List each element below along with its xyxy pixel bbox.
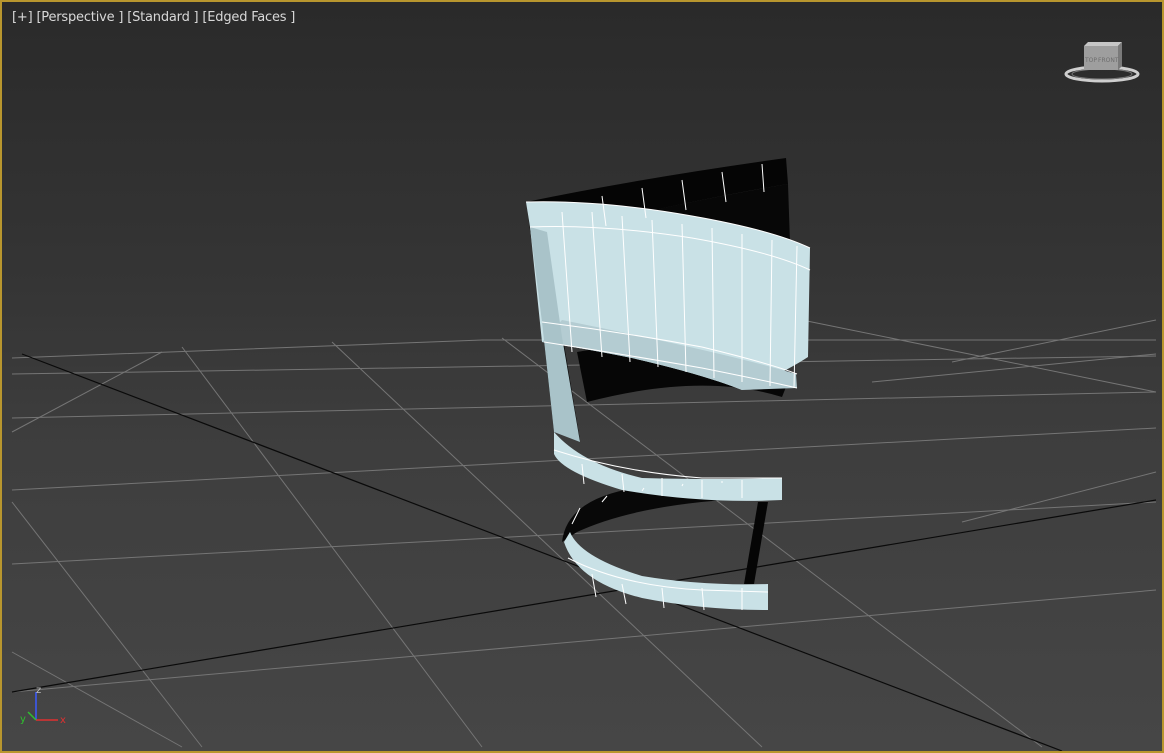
mesh-lower-ring <box>554 432 782 501</box>
viewcube-side-face <box>1118 42 1122 70</box>
grid-line <box>181 346 483 748</box>
axis-y-label: y <box>20 714 26 725</box>
axis-y-line <box>27 711 37 721</box>
viewcube-top-label: TOP <box>1084 57 1097 64</box>
axis-tripod: z x y <box>20 686 66 726</box>
grid-line <box>961 471 1157 523</box>
grid-line <box>501 337 1043 748</box>
viewcube[interactable]: TOP FRONT <box>1060 38 1144 86</box>
viewcube-compass-ring-inner <box>1071 68 1133 80</box>
grid-line <box>11 351 163 433</box>
viewport-display-menu[interactable]: [Edged Faces ] <box>202 10 295 25</box>
axis-x-label: x <box>60 715 66 726</box>
viewcube-front-label: FRONT <box>1098 57 1119 64</box>
viewport-plus-menu[interactable]: [+] <box>12 10 33 25</box>
chair-mesh[interactable] <box>525 158 811 611</box>
axis-z-label: z <box>36 686 41 696</box>
viewcube-top-face <box>1084 42 1122 46</box>
grid-line <box>11 391 1157 419</box>
viewport-shading-menu[interactable]: [Standard ] <box>127 10 198 25</box>
chair-leg <box>744 502 768 584</box>
grid-line <box>11 589 1157 693</box>
grid-axis-line-x <box>21 353 1063 751</box>
grid-line <box>951 319 1157 363</box>
perspective-viewport[interactable]: [+] [Perspective ] [Standard ] [Edged Faces… <box>0 0 1164 753</box>
viewport-scene[interactable] <box>2 2 1162 751</box>
mesh-base-ring <box>564 532 768 610</box>
viewport-label-menu: [+] [Perspective ] [Standard ] [Edged Faces… <box>12 10 299 25</box>
viewport-view-menu[interactable]: [Perspective ] <box>36 10 123 25</box>
